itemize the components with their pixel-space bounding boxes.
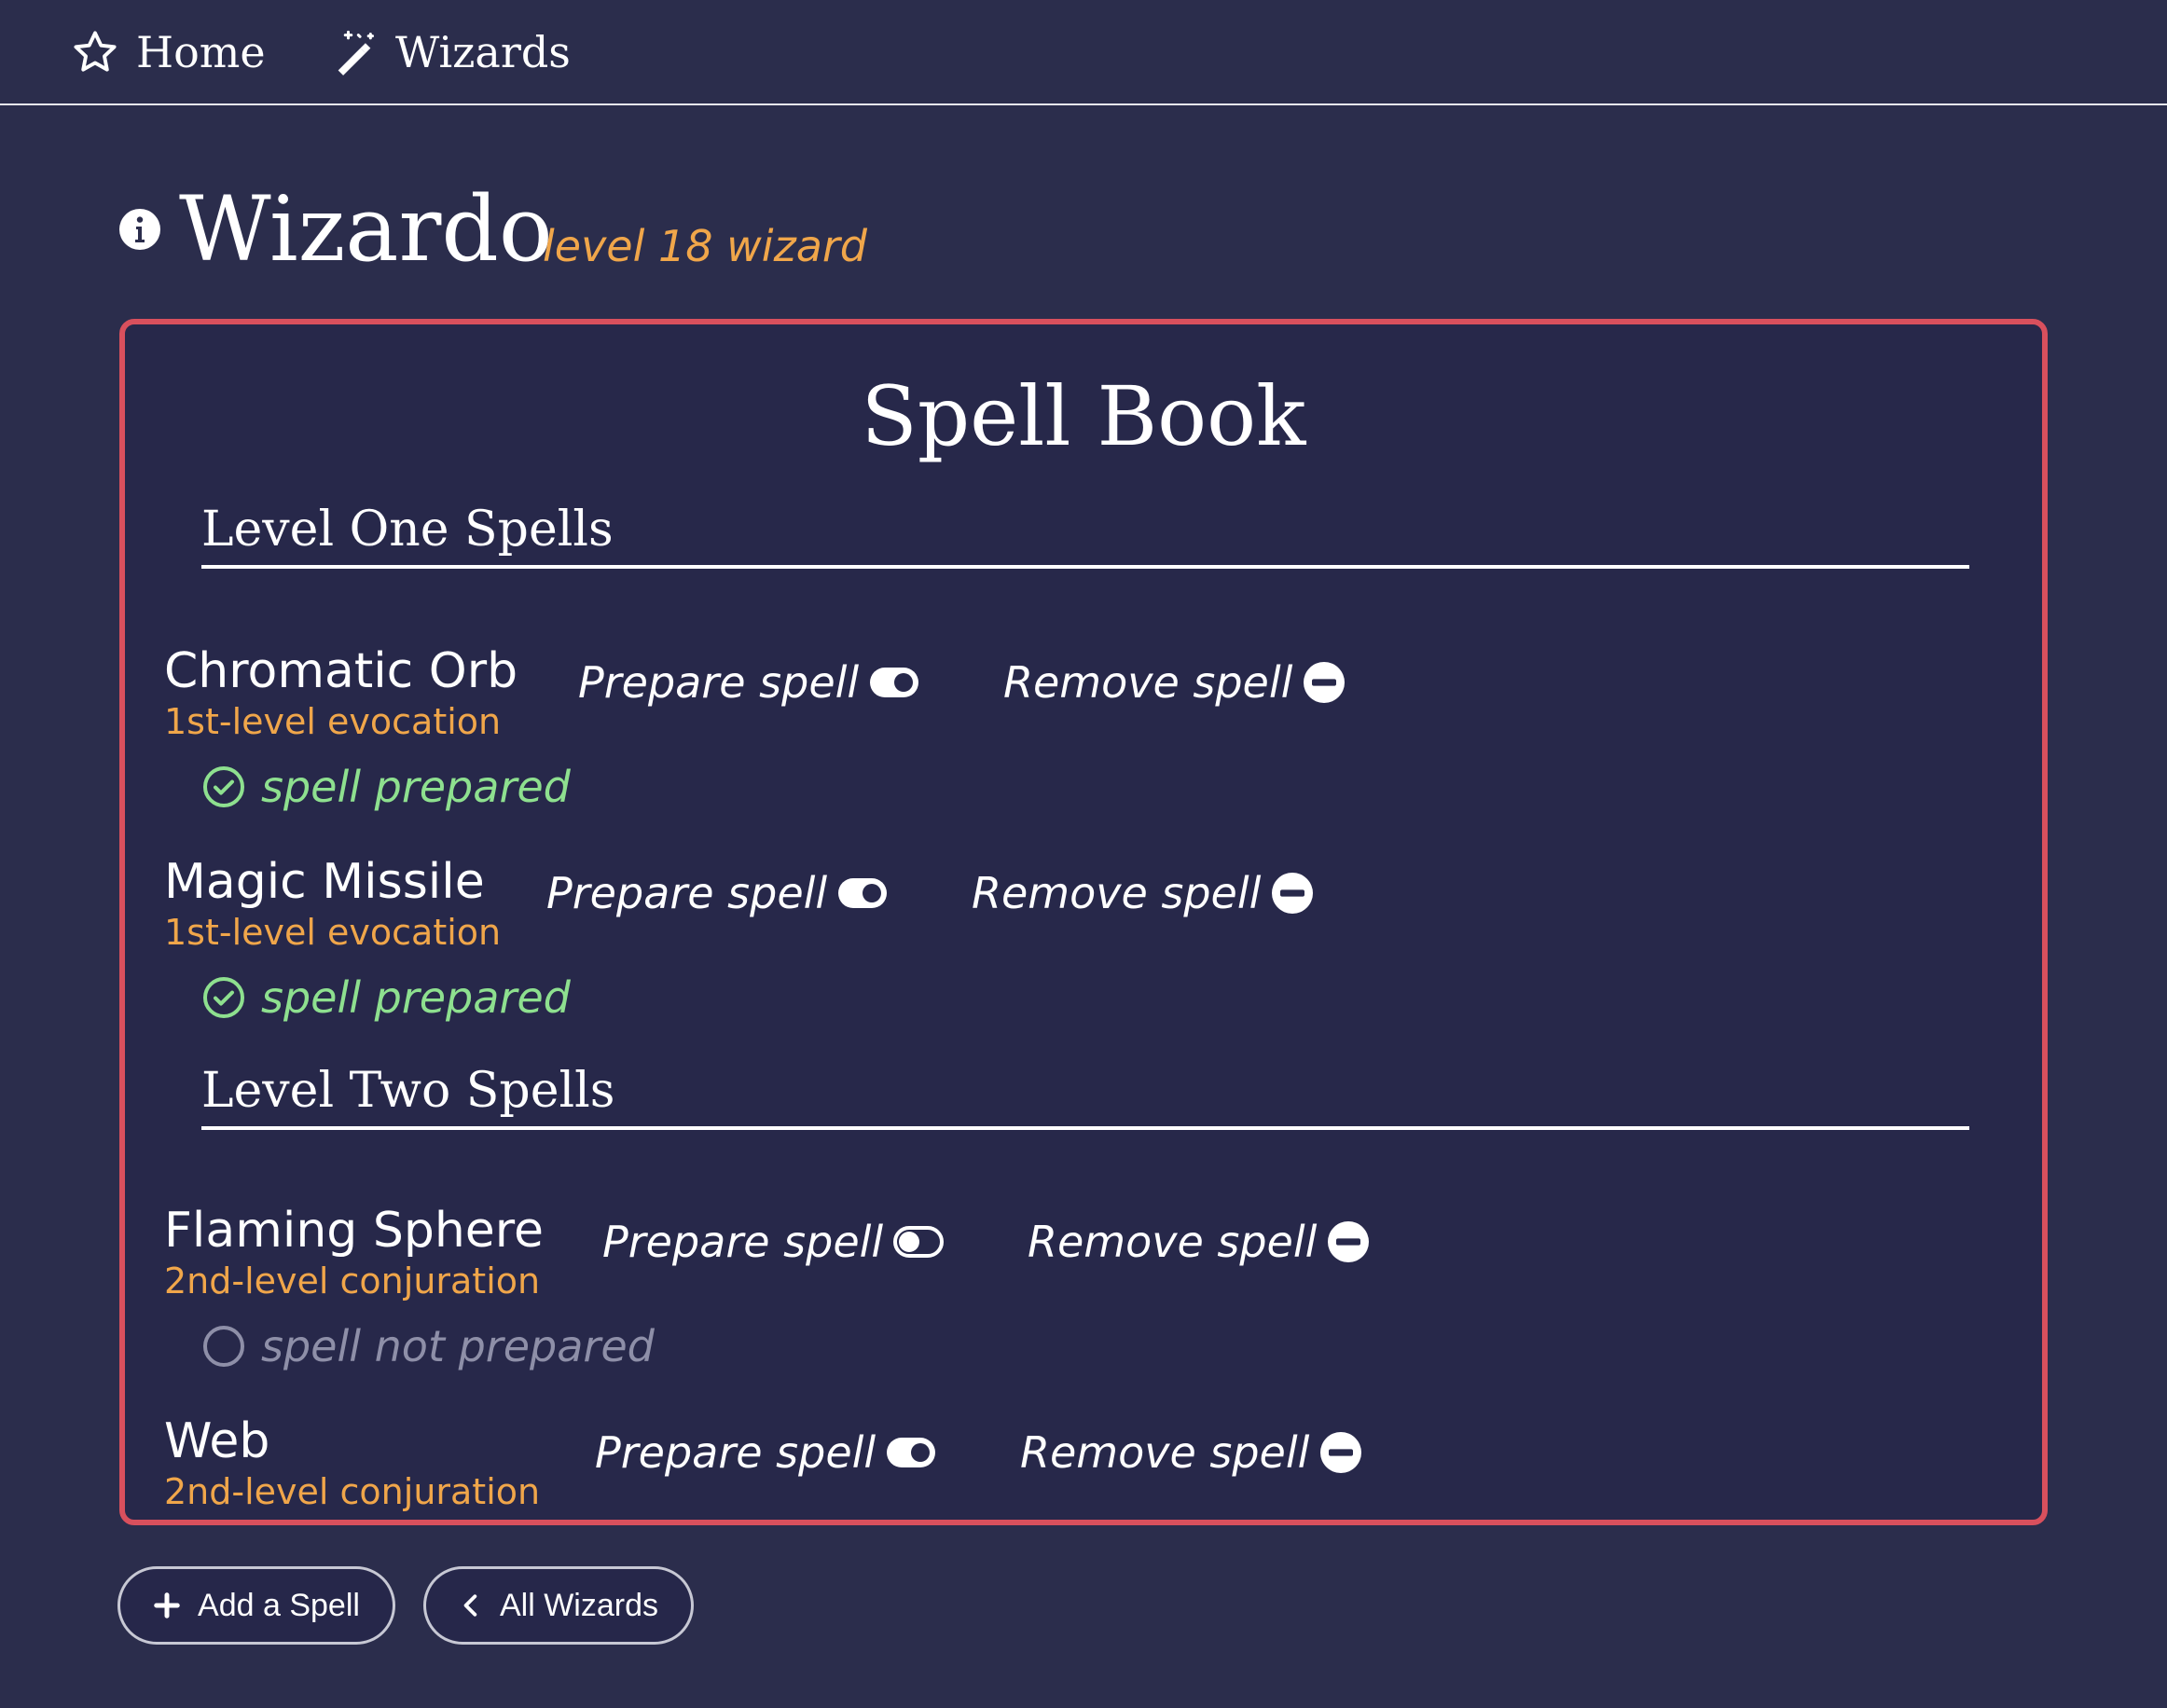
star-icon [71,28,119,76]
nav-wizards-link[interactable]: Wizards [330,24,571,80]
remove-spell-label: Remove spell [972,868,1262,918]
prepare-spell-label: Prepare spell [595,1427,876,1478]
level-one-heading: Level One Spells [201,502,1969,569]
check-circle-icon [201,764,246,809]
spell-status-label: spell not prepared [261,1321,655,1371]
wizard-subtitle: level 18 wizard [543,221,868,271]
all-wizards-label: All Wizards [499,1587,659,1623]
prepare-spell-label: Prepare spell [546,868,828,918]
toggle-on-icon [885,1436,937,1469]
remove-spell-label: Remove spell [1003,657,1293,708]
minus-circle-icon [1318,1430,1363,1475]
prepare-spell-toggle[interactable]: Prepare spell [546,865,889,921]
spell-status: spell prepared [201,759,571,815]
remove-spell-button[interactable]: Remove spell [1028,1214,1371,1270]
toggle-on-icon [868,666,920,699]
all-wizards-button[interactable]: All Wizards [423,1566,694,1645]
level-two-heading: Level Two Spells [201,1063,1969,1130]
toggle-on-icon [836,876,889,910]
spell-type: 1st-level evocation [164,912,502,953]
wizard-name: Wizardo [179,177,553,282]
spell-status-label: spell prepared [261,762,571,812]
add-spell-label: Add a Spell [198,1587,360,1623]
spell-status-label: spell prepared [261,972,571,1023]
remove-spell-button[interactable]: Remove spell [1020,1425,1363,1481]
plus-icon [153,1591,181,1619]
spell-type: 1st-level evocation [164,701,502,742]
toggle-off-icon [892,1225,945,1259]
prepare-spell-label: Prepare spell [578,657,860,708]
empty-circle-icon [201,1324,246,1369]
minus-circle-icon [1270,871,1315,916]
minus-circle-icon [1302,660,1346,705]
prepare-spell-label: Prepare spell [602,1217,884,1267]
spell-type: 2nd-level conjuration [164,1260,541,1302]
spell-type: 2nd-level conjuration [164,1471,541,1512]
spell-book-title: Spell Book [861,368,1306,464]
prepare-spell-toggle[interactable]: Prepare spell [602,1214,945,1270]
chevron-left-icon [459,1591,483,1619]
remove-spell-button[interactable]: Remove spell [972,865,1315,921]
remove-spell-label: Remove spell [1028,1217,1318,1267]
info-circle-icon[interactable] [117,207,162,255]
spell-name: Chromatic Orb [164,643,518,699]
top-nav: Home Wizards [0,0,2167,105]
spell-status: spell prepared [201,970,571,1026]
nav-wizards-label: Wizards [395,27,571,77]
remove-spell-button[interactable]: Remove spell [1003,654,1346,710]
add-spell-button[interactable]: Add a Spell [117,1566,395,1645]
spell-book-panel: Spell Book Level One Spells Chromatic Or… [119,319,2048,1525]
prepare-spell-toggle[interactable]: Prepare spell [595,1425,937,1481]
remove-spell-label: Remove spell [1020,1427,1310,1478]
nav-home-label: Home [136,27,266,77]
spell-name: Magic Missile [164,854,485,910]
minus-circle-icon [1326,1219,1371,1264]
spell-name: Web [164,1413,270,1469]
spell-name: Flaming Sphere [164,1203,545,1259]
magic-wand-icon [330,28,379,76]
spell-status: spell not prepared [201,1318,655,1374]
check-circle-icon [201,975,246,1020]
prepare-spell-toggle[interactable]: Prepare spell [578,654,920,710]
nav-home-link[interactable]: Home [71,24,266,80]
